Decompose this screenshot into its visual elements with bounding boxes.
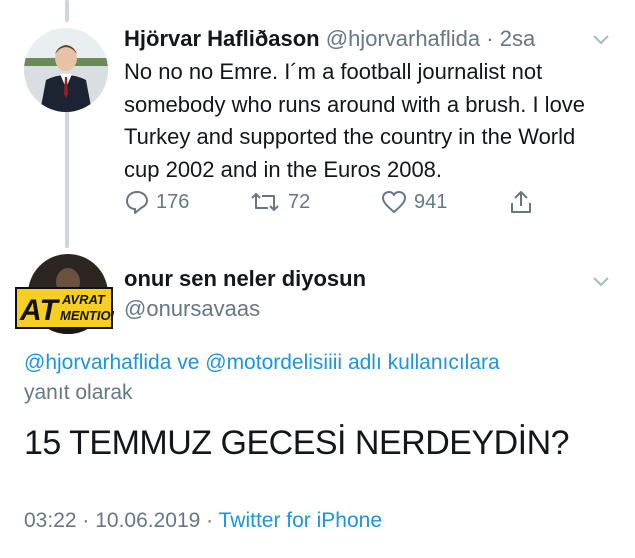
like-count: 941 xyxy=(414,190,448,213)
avatar[interactable] xyxy=(24,28,108,112)
reply-count: 176 xyxy=(156,190,190,213)
reply-suffix: adlı kullanıcılara xyxy=(342,351,500,374)
retweet-button[interactable]: 72 xyxy=(248,186,310,218)
tweet-header: Hjörvar Hafliðason @hjorvarhaflida · 2sa xyxy=(124,24,594,54)
reply-context: @hjorvarhaflida ve @motordelisiiii adlı … xyxy=(24,348,604,408)
reply-icon xyxy=(126,191,148,214)
chevron-down-icon[interactable] xyxy=(592,34,610,46)
share-button[interactable] xyxy=(508,186,540,218)
avatar-photo: AT AVRAT MENTION xyxy=(15,254,121,334)
user-handle[interactable]: @onursavaas xyxy=(124,294,260,324)
tweet-actions: 176 72 941 xyxy=(124,186,544,218)
badge-big-text: AT xyxy=(19,294,60,327)
share-icon xyxy=(511,191,531,213)
tweet-time[interactable]: 2sa xyxy=(500,26,535,51)
heart-icon xyxy=(382,191,406,213)
display-name[interactable]: Hjörvar Hafliðason xyxy=(124,26,320,51)
separator-dot: · xyxy=(486,26,494,51)
avatar-photo xyxy=(24,28,108,112)
tweet-source-link[interactable]: Twitter for iPhone xyxy=(219,509,382,532)
mention-link[interactable]: @motordelisiiii xyxy=(205,351,342,374)
like-button[interactable]: 941 xyxy=(380,186,447,218)
mention-connector: ve xyxy=(171,351,206,374)
thread-connector xyxy=(65,108,69,248)
mention-link[interactable]: @hjorvarhaflida xyxy=(24,351,171,374)
badge-line2: MENTION xyxy=(60,308,114,323)
badge-line1: AVRAT xyxy=(61,292,106,307)
reply-button[interactable]: 176 xyxy=(124,186,189,218)
tweet-timestamp[interactable]: 03:22 · 10.06.2019 · xyxy=(24,509,219,532)
avatar-badge: AT AVRAT MENTION xyxy=(15,287,121,329)
avatar[interactable]: AT AVRAT MENTION xyxy=(14,252,121,336)
tweet-meta: 03:22 · 10.06.2019 · Twitter for iPhone xyxy=(24,506,382,536)
thread-connector-top xyxy=(65,0,69,22)
tweet-text: No no no Emre. I´m a football journalist… xyxy=(124,59,586,182)
reply-label: yanıt olarak xyxy=(24,381,133,404)
chevron-down-icon[interactable] xyxy=(592,276,610,288)
user-handle[interactable]: @hjorvarhaflida xyxy=(326,26,480,51)
retweet-icon xyxy=(251,193,279,211)
tweet-text: 15 TEMMUZ GECESİ NERDEYDİN? xyxy=(24,424,570,462)
display-name[interactable]: onur sen neler diyosun xyxy=(124,264,366,294)
retweet-count: 72 xyxy=(288,190,311,213)
